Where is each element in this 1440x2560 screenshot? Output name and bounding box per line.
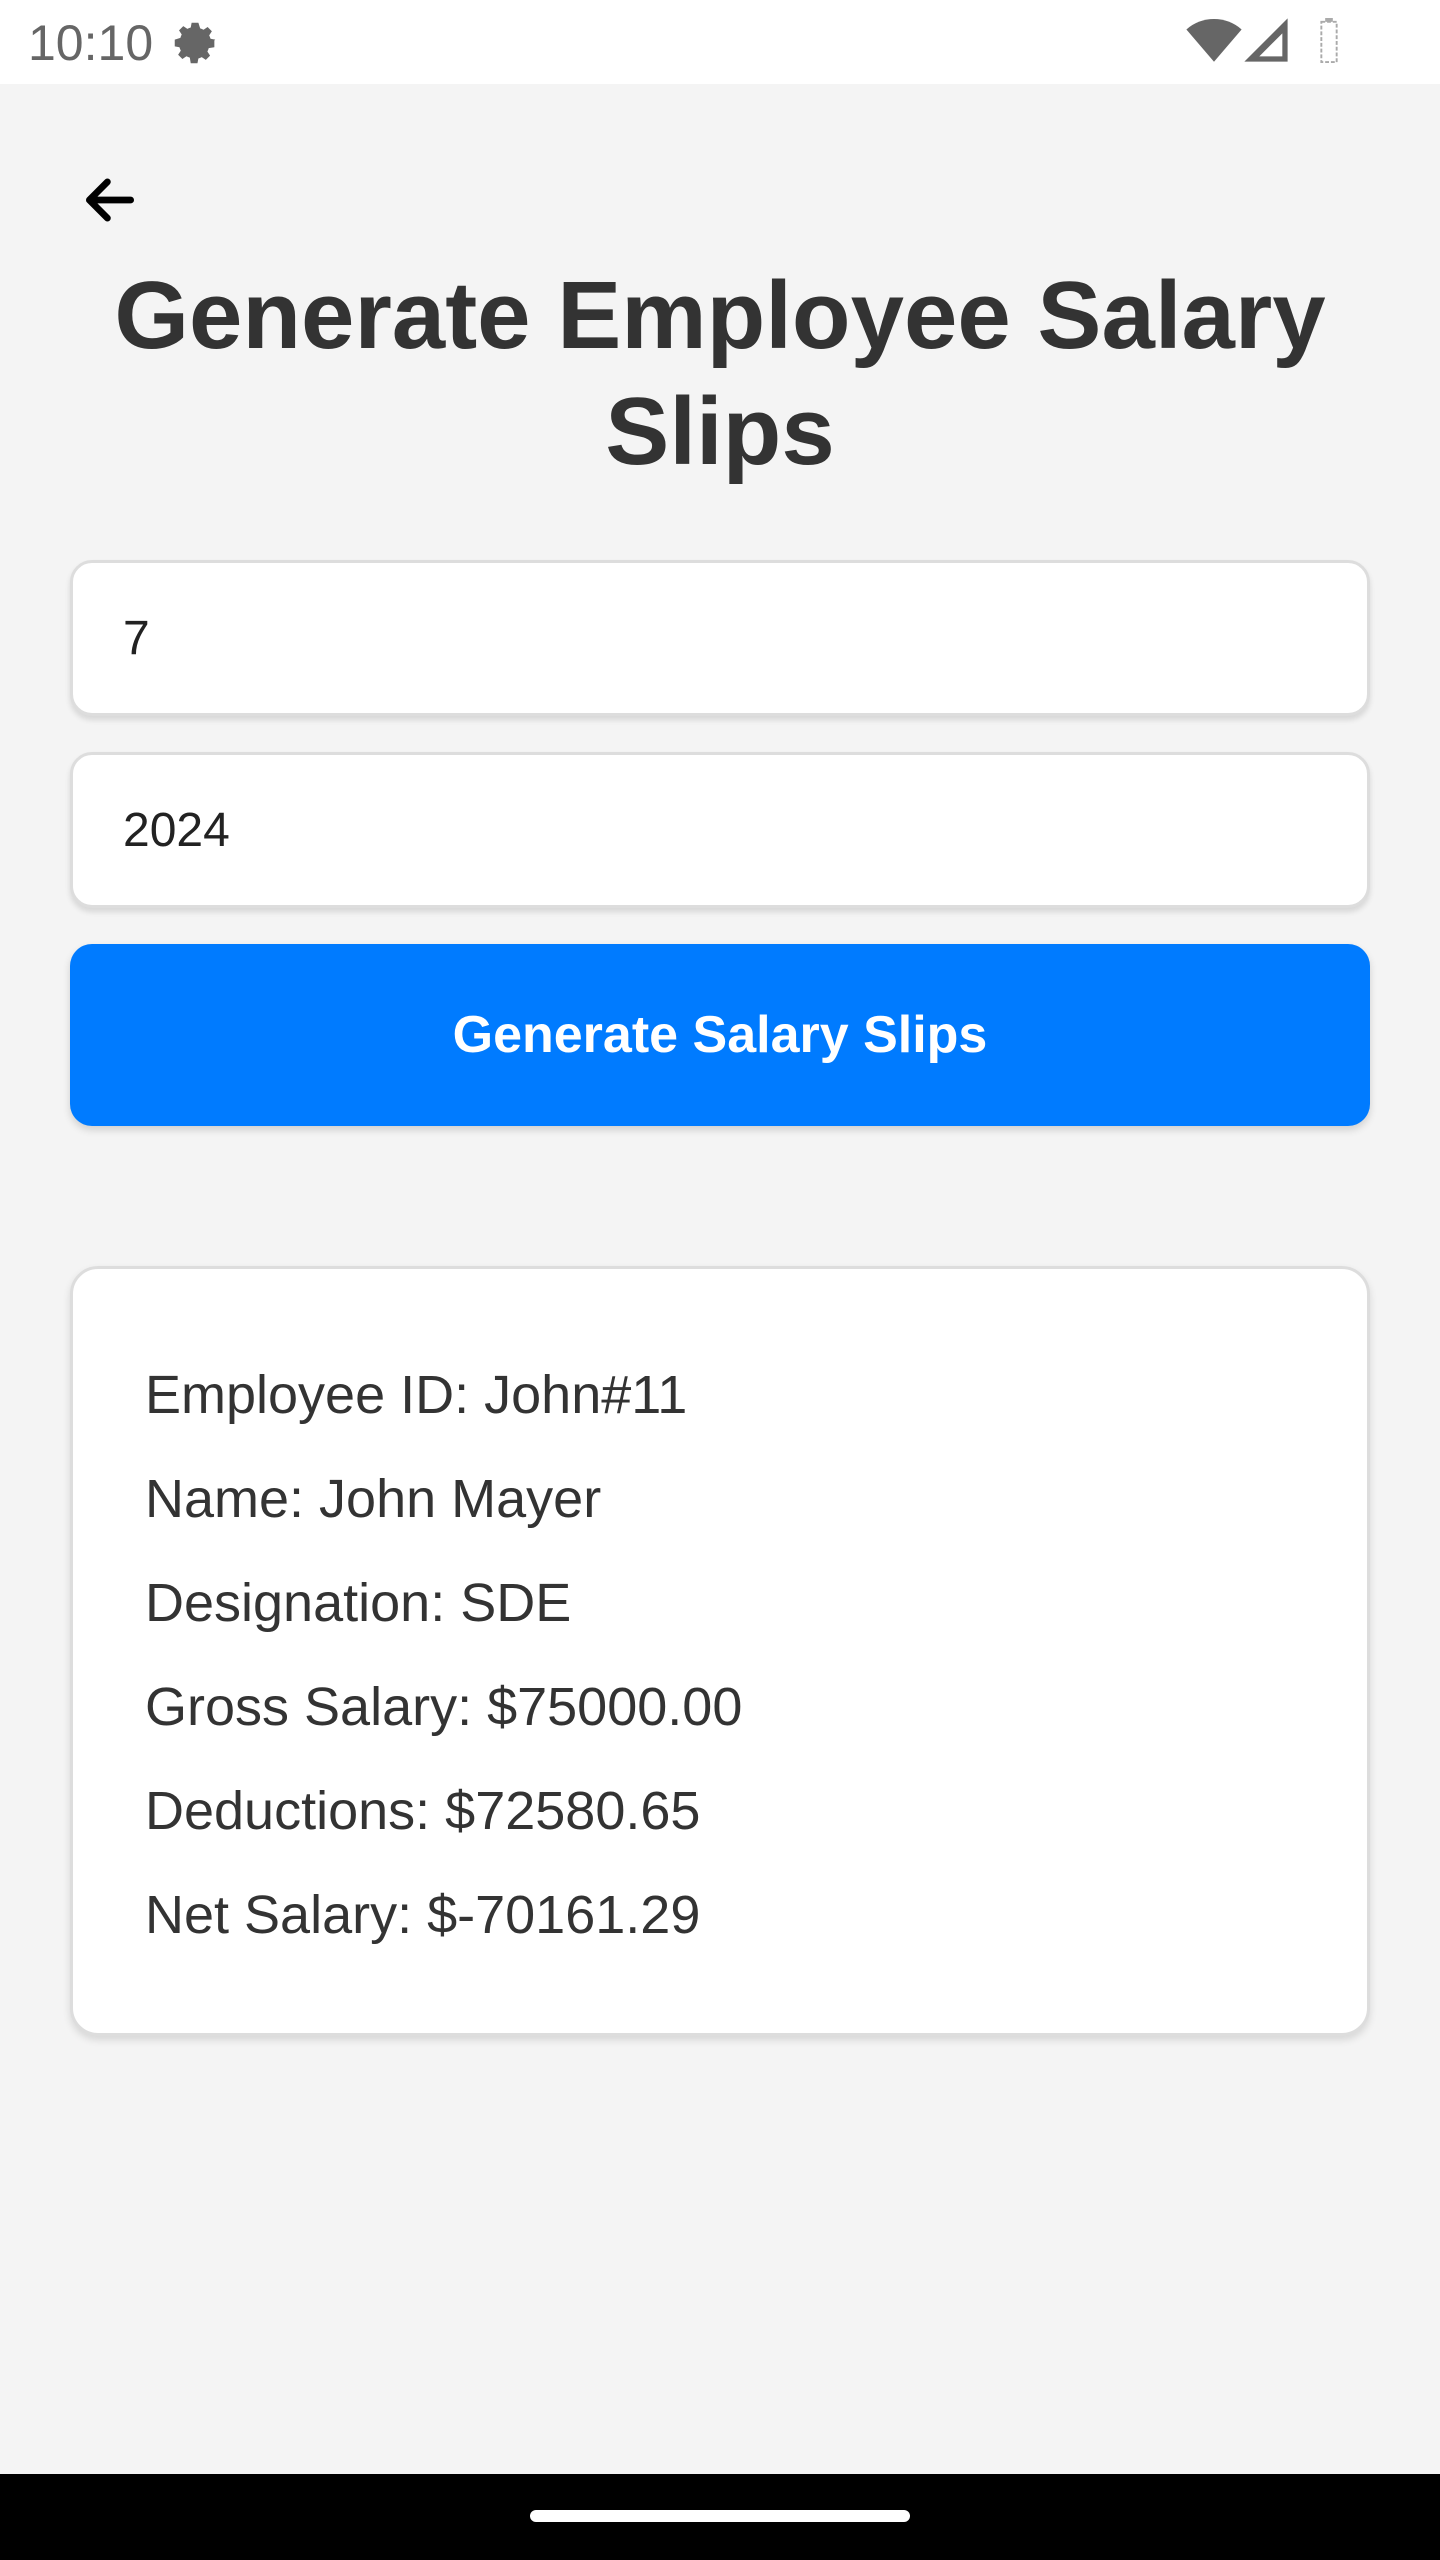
signal-icon [1244, 18, 1288, 62]
employee-name-text: Name: John Mayer [145, 1469, 602, 1529]
employee-id-text: Employee ID: John#11 [145, 1365, 688, 1425]
wifi-icon [1186, 18, 1242, 62]
gross-salary-text: Gross Salary: $75000.00 [145, 1677, 743, 1737]
salary-slip-card: Employee ID: John#11 Name: John Mayer De… [70, 1266, 1370, 2036]
arrow-left-icon [85, 178, 135, 222]
back-button[interactable] [72, 162, 148, 238]
net-salary-text: Net Salary: $-70161.29 [145, 1885, 701, 1945]
year-input[interactable] [70, 752, 1370, 908]
deductions-text: Deductions: $72580.65 [145, 1781, 701, 1841]
status-bar: 10:10 [0, 0, 1440, 84]
gear-icon [174, 22, 216, 64]
generate-salary-slips-button[interactable]: Generate Salary Slips [70, 944, 1370, 1126]
designation-text: Designation: SDE [145, 1573, 572, 1633]
status-time: 10:10 [28, 15, 154, 71]
month-input[interactable] [70, 560, 1370, 716]
battery-icon [1320, 18, 1338, 64]
page-title: Generate Employee Salary Slips [114, 262, 1326, 485]
home-indicator[interactable] [530, 2510, 910, 2522]
